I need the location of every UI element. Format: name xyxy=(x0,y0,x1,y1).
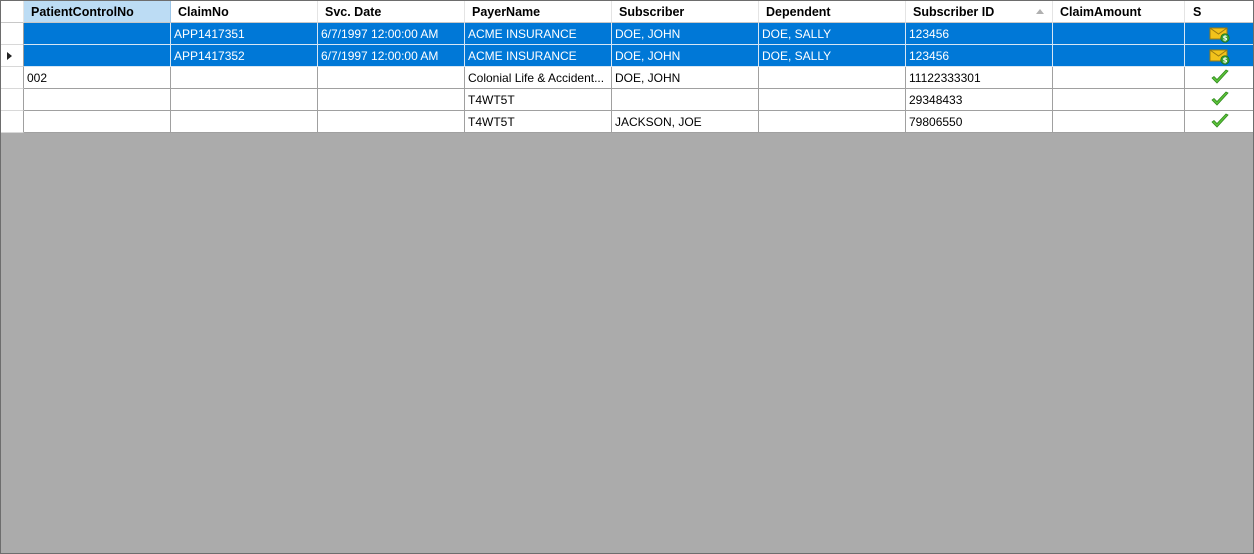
cell-subscriber-id[interactable]: 11122333301 xyxy=(906,67,1053,89)
column-header-claimno[interactable]: ClaimNo xyxy=(171,1,318,23)
sort-ascending-icon xyxy=(1036,9,1044,14)
cell-claimamount[interactable] xyxy=(1053,67,1185,89)
cell-svc-date[interactable]: 6/7/1997 12:00:00 AM xyxy=(318,45,465,67)
row-header[interactable] xyxy=(1,89,24,111)
cell-claimno[interactable] xyxy=(171,89,318,111)
column-header-claimamount[interactable]: ClaimAmount xyxy=(1053,1,1185,23)
table-row[interactable]: APP1417351 6/7/1997 12:00:00 AM ACME INSUR… xyxy=(1,23,1253,45)
cell-dependent[interactable] xyxy=(759,111,906,133)
row-header[interactable] xyxy=(1,45,24,67)
cell-dependent[interactable]: DOE, SALLY xyxy=(759,23,906,45)
claims-grid[interactable]: PatientControlNo ClaimNo Svc. Date Payer… xyxy=(0,0,1254,554)
cell-claimno[interactable] xyxy=(171,67,318,89)
cell-patientcontrolno[interactable] xyxy=(24,111,171,133)
cell-status[interactable] xyxy=(1185,111,1253,133)
cell-svc-date[interactable] xyxy=(318,67,465,89)
table-row[interactable]: T4WT5T 29348433 xyxy=(1,89,1253,111)
column-header-status[interactable]: S xyxy=(1185,1,1253,23)
column-header-patientcontrolno[interactable]: PatientControlNo xyxy=(24,1,171,23)
table-row[interactable]: APP1417352 6/7/1997 12:00:00 AM ACME INSUR… xyxy=(1,45,1253,67)
cell-claimno[interactable] xyxy=(171,111,318,133)
cell-patientcontrolno[interactable]: 002 xyxy=(24,67,171,89)
cell-subscriber[interactable]: DOE, JOHN xyxy=(612,67,759,89)
cell-status[interactable]: $ xyxy=(1185,45,1253,67)
cell-claimamount[interactable] xyxy=(1053,111,1185,133)
row-header[interactable] xyxy=(1,67,24,89)
cell-payername[interactable]: ACME INSURANCE xyxy=(465,45,612,67)
cell-patientcontrolno[interactable] xyxy=(24,23,171,45)
cell-dependent[interactable] xyxy=(759,89,906,111)
cell-payername[interactable]: Colonial Life & Accident... xyxy=(465,67,612,89)
cell-svc-date[interactable]: 6/7/1997 12:00:00 AM xyxy=(318,23,465,45)
column-header-dependent[interactable]: Dependent xyxy=(759,1,906,23)
table-row[interactable]: T4WT5T JACKSON, JOE 79806550 xyxy=(1,111,1253,133)
row-header[interactable] xyxy=(1,23,24,45)
cell-payername[interactable]: T4WT5T xyxy=(465,89,612,111)
cell-subscriber-id[interactable]: 29348433 xyxy=(906,89,1053,111)
cell-dependent[interactable]: DOE, SALLY xyxy=(759,45,906,67)
column-header-svc-date[interactable]: Svc. Date xyxy=(318,1,465,23)
cell-subscriber-id[interactable]: 123456 xyxy=(906,23,1053,45)
cell-subscriber-id[interactable]: 123456 xyxy=(906,45,1053,67)
current-row-arrow-icon xyxy=(7,52,12,60)
cell-dependent[interactable] xyxy=(759,67,906,89)
grid-header-row: PatientControlNo ClaimNo Svc. Date Payer… xyxy=(1,1,1253,23)
column-header-subscriber-id-wrap[interactable]: Subscriber ID xyxy=(906,1,1053,23)
cell-status[interactable] xyxy=(1185,67,1253,89)
column-header-subscriber-id: Subscriber ID xyxy=(906,1,1053,23)
cell-subscriber[interactable]: DOE, JOHN xyxy=(612,45,759,67)
svg-text:$: $ xyxy=(1223,57,1228,65)
cell-subscriber[interactable] xyxy=(612,89,759,111)
cell-status[interactable]: $ xyxy=(1185,23,1253,45)
cell-claimamount[interactable] xyxy=(1053,45,1185,67)
cell-payername[interactable]: ACME INSURANCE xyxy=(465,23,612,45)
cell-claimno[interactable]: APP1417352 xyxy=(171,45,318,67)
row-header[interactable] xyxy=(1,111,24,133)
cell-payername[interactable]: T4WT5T xyxy=(465,111,612,133)
table-row[interactable]: 002 Colonial Life & Accident... DOE, JOHN 1… xyxy=(1,67,1253,89)
svg-text:$: $ xyxy=(1223,35,1228,43)
cell-patientcontrolno[interactable] xyxy=(24,45,171,67)
cell-subscriber[interactable]: JACKSON, JOE xyxy=(612,111,759,133)
cell-claimamount[interactable] xyxy=(1053,89,1185,111)
cell-subscriber[interactable]: DOE, JOHN xyxy=(612,23,759,45)
column-header-subscriber[interactable]: Subscriber xyxy=(612,1,759,23)
cell-svc-date[interactable] xyxy=(318,89,465,111)
cell-subscriber-id[interactable]: 79806550 xyxy=(906,111,1053,133)
cell-patientcontrolno[interactable] xyxy=(24,89,171,111)
cell-svc-date[interactable] xyxy=(318,111,465,133)
cell-status[interactable] xyxy=(1185,89,1253,111)
cell-claimno[interactable]: APP1417351 xyxy=(171,23,318,45)
header-corner[interactable] xyxy=(1,1,24,23)
cell-claimamount[interactable] xyxy=(1053,23,1185,45)
column-header-payername[interactable]: PayerName xyxy=(465,1,612,23)
